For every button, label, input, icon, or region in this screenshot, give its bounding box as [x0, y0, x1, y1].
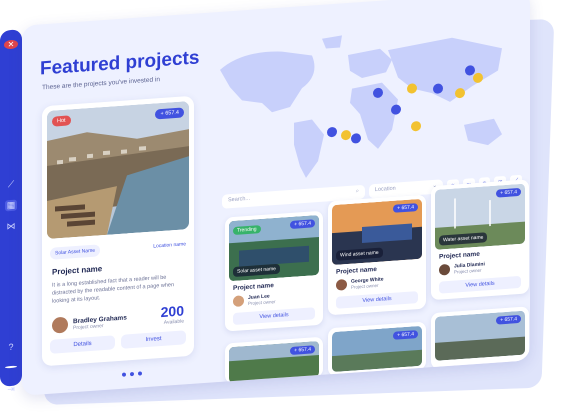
card-image: + 657.4: [332, 325, 422, 373]
search-icon: ⌕: [355, 188, 359, 195]
project-owner: Julia Dlamini Project owner: [439, 259, 521, 276]
card-image: Trending + 657.4 Solar asset name: [229, 214, 319, 282]
main-panel: Featured projects These are the projects…: [22, 0, 530, 396]
project-owner: Bradley Grahams Project owner: [52, 312, 127, 334]
card-image: + 657.4 Water asset name: [435, 183, 525, 250]
grid-icon[interactable]: ▦: [5, 199, 17, 212]
view-details-button[interactable]: View details: [336, 291, 418, 309]
avatar[interactable]: [5, 365, 17, 369]
location-placeholder: Location: [374, 185, 396, 194]
featured-project-image: Hot + 657.4: [47, 101, 189, 240]
project-card-solar[interactable]: Trending + 657.4 Solar asset name Projec…: [225, 210, 323, 332]
page-title: Featured projects: [40, 47, 200, 80]
view-details-button[interactable]: View details: [439, 275, 521, 294]
featured-tags: Solar Asset Name Location name: [50, 238, 186, 260]
logout-icon[interactable]: ⇥: [5, 384, 17, 396]
details-button[interactable]: Details: [50, 335, 115, 354]
chart-icon[interactable]: ⟋: [5, 179, 17, 191]
project-card-wind[interactable]: + 657.4 Wind asset name Project name Geo…: [328, 194, 426, 316]
logo-icon[interactable]: ✕: [4, 39, 18, 50]
price-badge: + 657.4: [155, 107, 184, 120]
project-card[interactable]: + 657.4: [431, 306, 529, 370]
available-count: 200: [160, 302, 184, 321]
available-label: Available: [163, 318, 184, 326]
carousel-dots[interactable]: [122, 371, 142, 377]
asset-type-tag: Solar Asset Name: [50, 244, 101, 260]
availability: 200 Available: [161, 302, 184, 326]
hot-badge: Hot: [52, 115, 71, 127]
project-name: Project name: [52, 264, 103, 277]
project-card[interactable]: + 657.4: [328, 321, 426, 377]
card-image: + 657.4 Wind asset name: [332, 198, 422, 266]
owner-avatar: [233, 295, 244, 308]
featured-actions: Details Invest: [50, 330, 186, 354]
project-card-water[interactable]: + 657.4 Water asset name Project name Ju…: [431, 179, 529, 301]
owner-role: Project owner: [454, 267, 482, 275]
owner-avatar: [439, 263, 450, 276]
help-icon[interactable]: ?: [5, 342, 17, 353]
owner-role: Project owner: [351, 282, 379, 290]
project-owner: Juan Lee Project owner: [233, 290, 315, 308]
world-map[interactable]: [202, 11, 522, 193]
owner-avatar: [52, 316, 68, 334]
owner-role: Project owner: [248, 299, 276, 306]
owner-avatar: [336, 279, 347, 291]
project-description: It is a long established fact that a rea…: [52, 274, 175, 305]
sidebar-rail: ✕ ⟋ ▦ ⋈ ? ⇥: [0, 29, 22, 394]
search-placeholder: Search...: [228, 195, 251, 204]
location-link[interactable]: Location name: [153, 241, 186, 249]
view-details-button[interactable]: View details: [233, 307, 315, 326]
featured-project-card[interactable]: Hot + 657.4 Solar Asset Name Location na…: [42, 95, 194, 367]
project-owner: George White Project owner: [336, 274, 418, 291]
card-image: + 657.4: [435, 310, 525, 361]
compress-icon[interactable]: ⋈: [5, 221, 17, 233]
invest-button[interactable]: Invest: [121, 330, 186, 349]
app-stage: ✕ ⟋ ▦ ⋈ ? ⇥ Featured projects These are …: [0, 0, 570, 416]
